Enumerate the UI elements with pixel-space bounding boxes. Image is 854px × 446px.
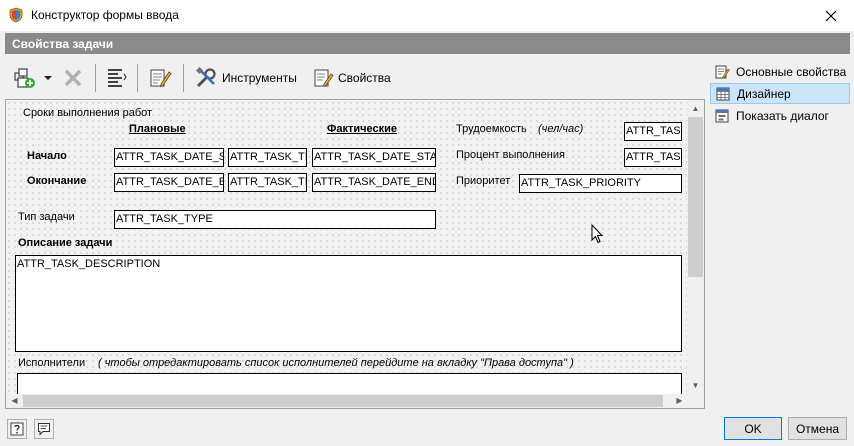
add-element-button[interactable] — [13, 66, 37, 90]
labor-label: Трудоемкость — [456, 123, 527, 135]
designer-area[interactable]: Сроки выполнения работ Плановые Фактичес… — [5, 99, 705, 409]
toolbar: Инструменты Свойства — [5, 58, 705, 98]
col-actual-label: Фактические — [327, 123, 398, 135]
planned-start-date-field[interactable]: ATTR_TASK_DATE_START — [114, 148, 224, 167]
labor-unit-label: (чел/час) — [538, 123, 584, 135]
percent-label: Процент выполнения — [456, 149, 565, 161]
tools-label: Инструменты — [222, 71, 297, 85]
scroll-down-arrow-icon[interactable]: ▼ — [687, 377, 704, 394]
tools-button[interactable]: Инструменты — [194, 66, 297, 90]
side-item-label: Дизайнер — [737, 86, 791, 101]
task-type-field[interactable]: ATTR_TASK_TYPE — [114, 210, 436, 229]
task-type-label: Тип задачи — [18, 211, 75, 223]
executors-label: Исполнители — [18, 357, 86, 369]
align-button[interactable] — [104, 66, 128, 90]
comment-icon — [38, 423, 50, 436]
side-panel: Основные свойства Дизайнер Показать диал… — [710, 58, 850, 410]
designer-grid-icon — [716, 87, 730, 100]
close-button[interactable] — [808, 0, 854, 31]
side-item-main-properties[interactable]: Основные свойства — [710, 61, 850, 82]
actual-end-date-field[interactable]: ATTR_TASK_DATE_END_FACT — [312, 173, 436, 192]
side-item-designer[interactable]: Дизайнер — [710, 83, 850, 104]
priority-label: Приоритет — [456, 175, 511, 187]
col-planned-label: Плановые — [129, 123, 186, 135]
comment-button[interactable] — [34, 419, 54, 439]
scroll-corner — [687, 394, 704, 408]
executors-hint: ( чтобы отредактировать список исполните… — [98, 357, 574, 369]
description-label: Описание задачи — [18, 237, 113, 249]
window-title: Конструктор формы ввода — [31, 8, 179, 22]
toolbar-separator — [137, 64, 138, 92]
delete-button[interactable] — [61, 66, 85, 90]
properties-button[interactable]: Свойства — [312, 66, 391, 90]
properties-icon — [715, 65, 730, 78]
app-shield-icon — [9, 7, 23, 23]
dialog-icon — [715, 109, 729, 122]
ok-button[interactable]: OK — [724, 417, 782, 440]
row-end-label: Окончание — [27, 175, 87, 187]
priority-field[interactable]: ATTR_TASK_PRIORITY — [519, 174, 682, 193]
scroll-left-arrow-icon[interactable]: ◀ — [6, 393, 23, 407]
help-button[interactable] — [7, 419, 27, 439]
panel-header: Свойства задачи — [5, 33, 850, 54]
properties-label: Свойства — [338, 71, 391, 85]
delete-icon — [64, 69, 82, 87]
percent-field[interactable]: ATTR_TASK_PERCENT — [624, 148, 682, 167]
edit-script-icon — [150, 69, 172, 88]
close-icon — [825, 10, 837, 21]
properties-icon — [314, 69, 334, 87]
actual-start-date-field[interactable]: ATTR_TASK_DATE_START_FACT — [312, 148, 436, 167]
labor-field[interactable]: ATTR_TASK_LABOR — [624, 122, 682, 141]
planned-end-time-field[interactable]: ATTR_TASK_TIME_END — [228, 173, 307, 192]
add-element-icon — [14, 68, 35, 88]
designer-canvas[interactable]: Сроки выполнения работ Плановые Фактичес… — [6, 100, 688, 403]
mouse-cursor-icon — [591, 224, 603, 244]
vertical-scrollbar[interactable]: ▲ ▼ — [687, 100, 704, 394]
side-item-label: Основные свойства — [736, 64, 847, 79]
horizontal-scrollbar[interactable]: ◀ ▶ — [6, 394, 688, 408]
horizontal-scroll-thumb[interactable] — [23, 395, 663, 407]
row-start-label: Начало — [27, 150, 67, 162]
side-item-label: Показать диалог — [736, 108, 829, 123]
help-icon — [10, 422, 24, 436]
toolbar-separator — [95, 64, 96, 92]
add-dropdown-button[interactable] — [43, 66, 53, 90]
description-field[interactable]: ATTR_TASK_DESCRIPTION — [15, 255, 682, 352]
cancel-button[interactable]: Отмена — [788, 417, 847, 440]
title-bar: Конструктор формы ввода — [0, 0, 854, 31]
edit-script-button[interactable] — [148, 66, 172, 90]
tools-icon — [195, 66, 216, 88]
toolbar-separator — [183, 64, 184, 92]
scroll-up-arrow-icon[interactable]: ▲ — [687, 100, 704, 117]
align-list-icon — [108, 69, 127, 87]
planned-end-date-field[interactable]: ATTR_TASK_DATE_END — [114, 173, 224, 192]
vertical-scroll-thumb[interactable] — [688, 117, 703, 277]
side-item-show-dialog[interactable]: Показать диалог — [710, 105, 850, 126]
planned-start-time-field[interactable]: ATTR_TASK_TIME_START — [228, 148, 307, 167]
chevron-down-icon — [44, 76, 52, 80]
scroll-right-arrow-icon[interactable]: ▶ — [671, 393, 688, 407]
bottom-bar: OK Отмена — [0, 412, 854, 446]
section-title: Сроки выполнения работ — [23, 107, 153, 119]
